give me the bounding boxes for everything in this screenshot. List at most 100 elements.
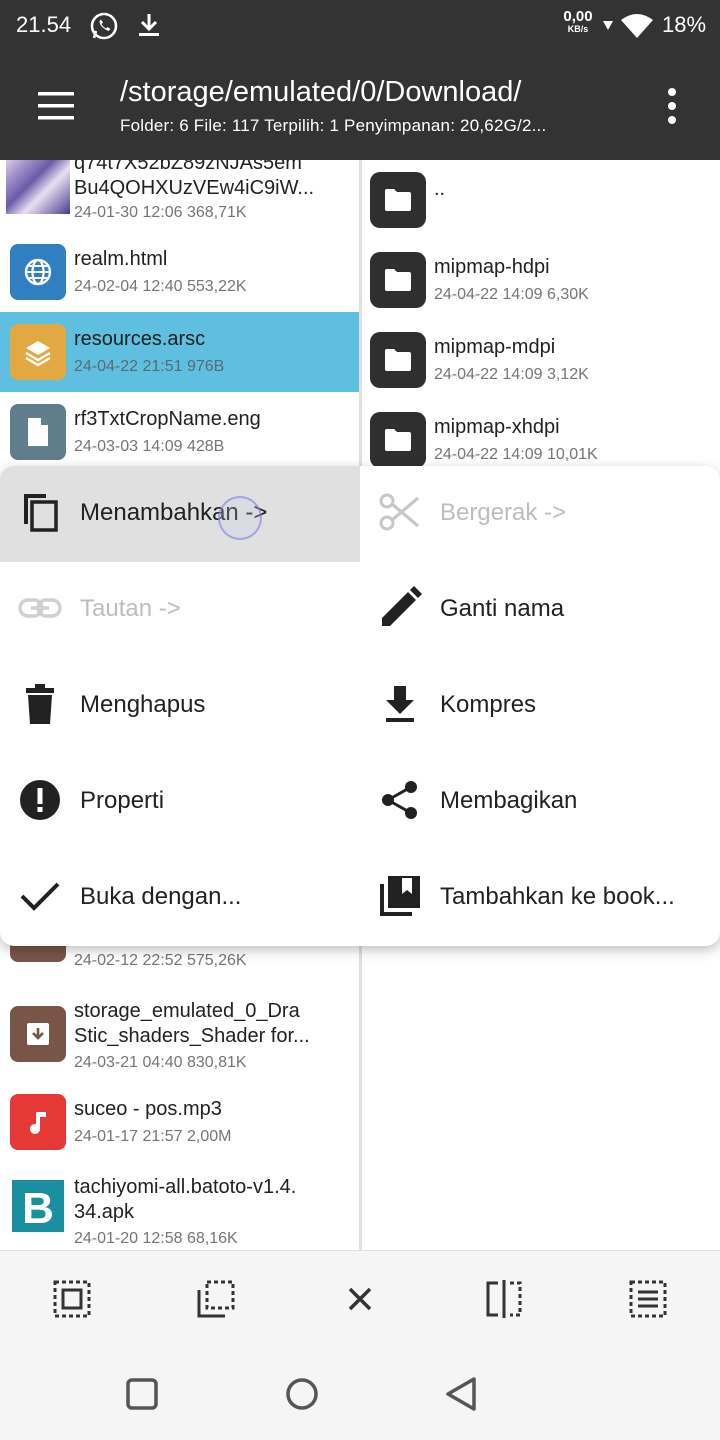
music-note-icon <box>10 1094 66 1150</box>
recents-icon[interactable] <box>122 1374 162 1414</box>
app-bar: /storage/emulated/0/Download/ Folder: 6 … <box>0 52 720 160</box>
folder-row[interactable]: mipmap-mdpi 24-04-22 14:09 3,12K <box>362 320 720 400</box>
invert-selection-icon[interactable] <box>484 1279 524 1319</box>
status-time: 21.54 <box>16 12 72 37</box>
document-icon <box>10 404 66 460</box>
folder-row[interactable]: mipmap-hdpi 24-04-22 14:09 6,30K <box>362 240 720 320</box>
menu-label: Buka dengan... <box>80 883 242 910</box>
pencil-icon <box>378 586 422 630</box>
close-icon[interactable] <box>340 1279 380 1319</box>
folder-meta: 24-04-22 14:09 6,30K <box>434 286 589 303</box>
menu-label: Tambahkan ke book... <box>440 883 675 910</box>
info-alert-icon <box>18 778 62 822</box>
folder-name: mipmap-xhdpi <box>434 416 560 438</box>
current-path: /storage/emulated/0/Download/ <box>120 76 522 108</box>
more-options-icon[interactable] <box>656 84 688 128</box>
select-all-icon[interactable] <box>52 1279 92 1319</box>
folder-row-parent[interactable]: .. <box>362 160 720 240</box>
archive-icon <box>10 1006 66 1062</box>
folder-icon <box>370 172 426 228</box>
copy-icon <box>18 490 62 534</box>
menu-label: Tautan -> <box>80 595 181 622</box>
menu-properties[interactable]: Properti <box>0 754 360 850</box>
download-status-icon <box>134 10 164 45</box>
menu-label: Kompres <box>440 691 537 718</box>
trash-icon <box>18 682 62 726</box>
folder-icon <box>370 252 426 308</box>
file-name: rf3TxtCropName.eng <box>74 408 261 430</box>
menu-label: Membagikan <box>440 787 578 814</box>
link-icon <box>18 586 62 630</box>
file-meta: 24-03-03 14:09 428B <box>74 438 225 455</box>
menu-open-with[interactable]: Buka dengan... <box>0 850 360 946</box>
system-nav-bar <box>0 1350 720 1440</box>
folder-meta: 24-04-22 14:09 3,12K <box>434 366 589 383</box>
scissors-icon <box>378 490 422 534</box>
file-row[interactable]: B tachiyomi-all.batoto-v1.4. 34.apk 24-0… <box>0 1170 359 1250</box>
folder-name: mipmap-mdpi <box>434 336 556 358</box>
file-row-selected[interactable]: resources.arsc 24-04-22 21:51 976B <box>0 312 359 392</box>
menu-link-to[interactable]: Tautan -> <box>0 562 360 658</box>
file-meta: 24-04-22 21:51 976B <box>74 358 225 375</box>
selection-toolbar <box>0 1250 720 1351</box>
file-name-line2: Bu4QOHXUzVEw4iC9iW... <box>74 177 315 199</box>
file-name-line2: Stic_shaders_Shader for... <box>74 1025 310 1047</box>
download-icon <box>378 682 422 726</box>
file-meta: 24-01-20 12:58 68,16K <box>74 1230 238 1247</box>
globe-icon <box>10 244 66 300</box>
layers-icon <box>10 324 66 380</box>
folder-info: Folder: 6 File: 117 Terpilih: 1 Penyimpa… <box>120 116 547 135</box>
hamburger-menu-icon[interactable] <box>30 86 82 126</box>
check-icon <box>18 874 62 918</box>
folder-icon <box>370 412 426 468</box>
file-row[interactable]: realm.html 24-02-04 12:40 553,22K <box>0 232 359 312</box>
file-name: q74t7X52bZ89zNJAs5em <box>74 160 302 174</box>
folder-name: .. <box>434 178 446 200</box>
folder-icon <box>370 332 426 388</box>
select-list-icon[interactable] <box>628 1279 668 1319</box>
net-speed: 0,00 KB/s <box>563 8 593 34</box>
menu-delete[interactable]: Menghapus <box>0 658 360 754</box>
menu-add-bookmark[interactable]: Tambahkan ke book... <box>360 850 720 946</box>
svg-text:B: B <box>22 1184 54 1233</box>
file-meta: 24-03-21 04:40 830,81K <box>74 1054 247 1071</box>
share-icon <box>378 778 422 822</box>
menu-label: Properti <box>80 787 165 814</box>
wifi-icon <box>620 12 654 45</box>
menu-move-to[interactable]: Bergerak -> <box>360 466 720 562</box>
context-menu: Menambahkan -> Bergerak -> Tautan -> Gan… <box>0 466 720 946</box>
folder-meta: 24-04-22 14:09 10,01K <box>434 446 598 463</box>
file-name-line2: 34.apk <box>74 1201 135 1223</box>
file-row[interactable]: storage_emulated_0_Dra Stic_shaders_Shad… <box>0 1000 359 1100</box>
file-name: resources.arsc <box>74 328 206 350</box>
menu-share[interactable]: Membagikan <box>360 754 720 850</box>
image-thumbnail <box>6 160 70 214</box>
file-row[interactable]: suceo - pos.mp3 24-01-17 21:57 2,00M <box>0 1090 359 1170</box>
folder-name: mipmap-hdpi <box>434 256 550 278</box>
file-meta: 24-02-04 12:40 553,22K <box>74 278 247 295</box>
app-b-icon: B <box>10 1178 66 1234</box>
select-range-icon[interactable] <box>196 1279 236 1319</box>
status-bar: 21.54 0,00 KB/s 18% <box>0 0 720 52</box>
file-row[interactable]: q74t7X52bZ89zNJAs5em Bu4QOHXUzVEw4iC9iW.… <box>0 160 359 221</box>
file-name: suceo - pos.mp3 <box>74 1098 222 1120</box>
menu-compress[interactable]: Kompres <box>360 658 720 754</box>
file-meta: 24-01-30 12:06 368,71K <box>74 204 247 221</box>
menu-rename[interactable]: Ganti nama <box>360 562 720 658</box>
menu-label: Menghapus <box>80 691 206 718</box>
menu-label: Bergerak -> <box>440 499 567 526</box>
home-icon[interactable] <box>282 1374 322 1414</box>
file-meta: 24-02-12 22:52 575,26K <box>74 952 247 969</box>
menu-label: Ganti nama <box>440 595 565 622</box>
menu-copy-to[interactable]: Menambahkan -> <box>0 466 360 562</box>
file-meta: 24-01-17 21:57 2,00M <box>74 1128 232 1145</box>
file-row[interactable]: rf3TxtCropName.eng 24-03-03 14:09 428B <box>0 392 359 472</box>
touch-ripple <box>218 496 262 540</box>
back-icon[interactable] <box>442 1374 482 1414</box>
data-arrow-icon <box>602 18 614 37</box>
file-name: storage_emulated_0_Dra <box>74 1000 300 1022</box>
bookmark-library-icon <box>378 874 422 918</box>
file-name: tachiyomi-all.batoto-v1.4. <box>74 1176 297 1198</box>
battery-level: 18% <box>662 12 707 37</box>
whatsapp-icon <box>88 10 120 47</box>
